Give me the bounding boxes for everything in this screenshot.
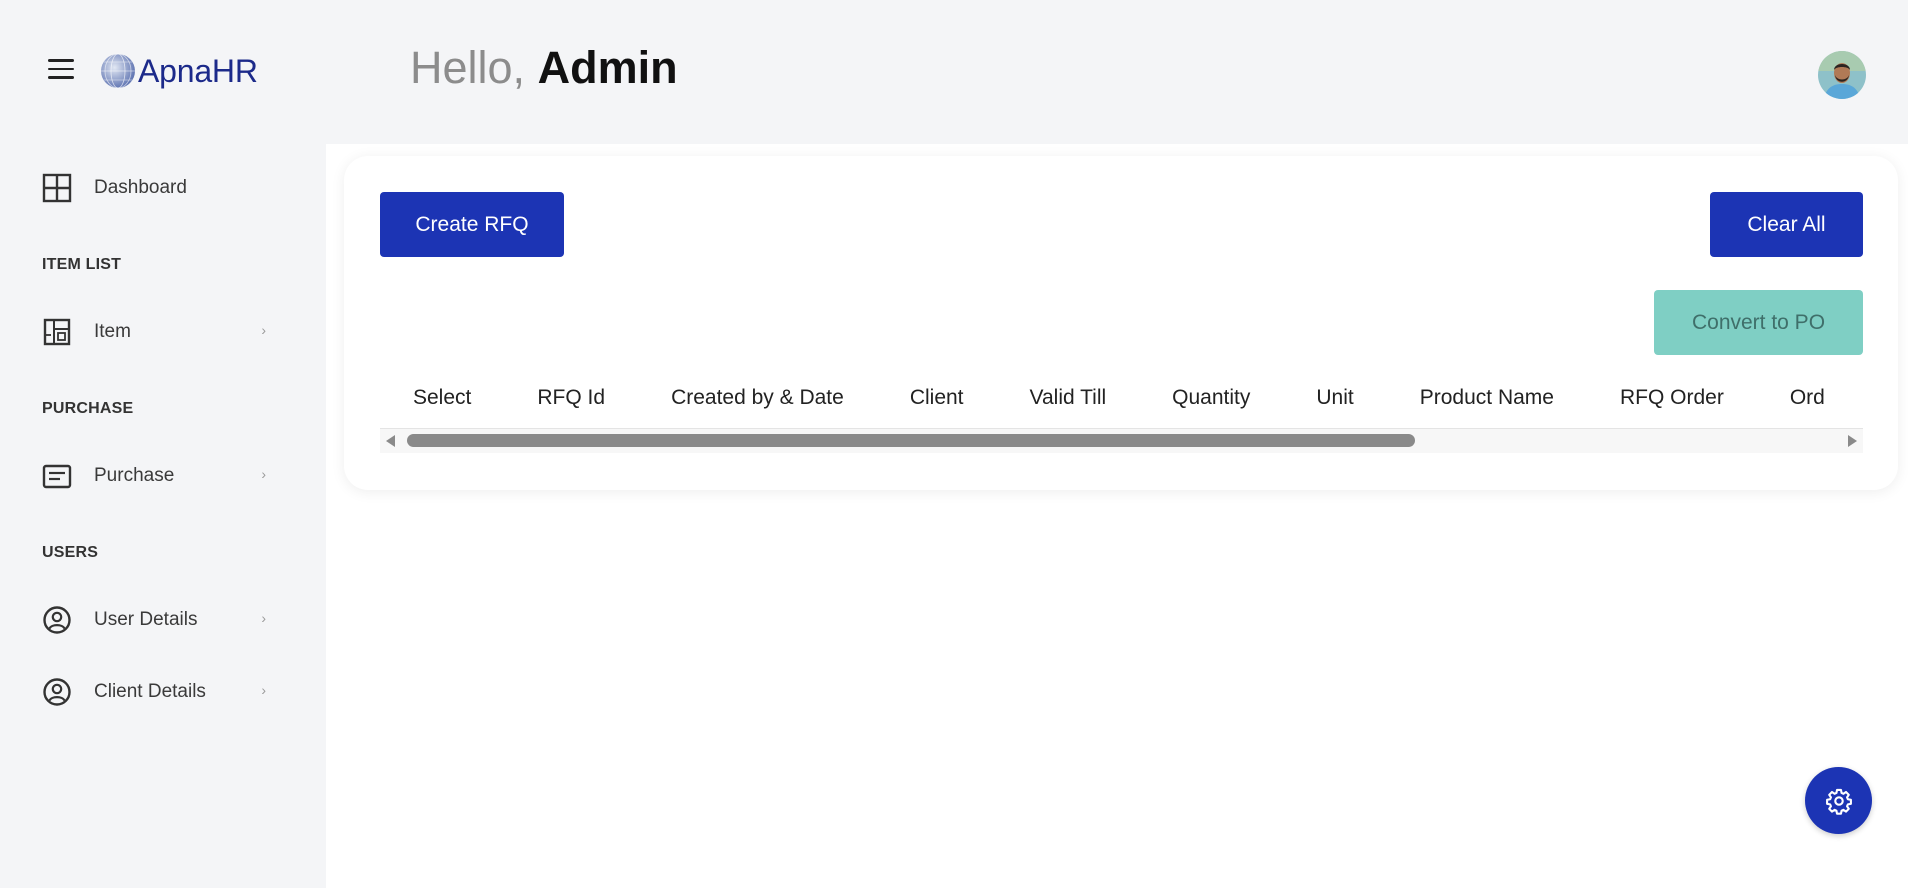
globe-logo-icon <box>101 53 135 89</box>
convert-to-po-button[interactable]: Convert to PO <box>1654 290 1863 355</box>
app-logo[interactable]: ApnaHR <box>100 48 258 94</box>
column-header-valid-till[interactable]: Valid Till <box>997 368 1140 428</box>
sidebar-item-label: Client Details <box>94 681 206 702</box>
column-header-quantity[interactable]: Quantity <box>1139 368 1283 428</box>
column-header-rfq-order[interactable]: RFQ Order <box>1587 368 1757 428</box>
chevron-right-icon: › <box>261 322 266 338</box>
sidebar-item-client-details[interactable]: Client Details › <box>42 670 278 714</box>
column-header-unit[interactable]: Unit <box>1283 368 1386 428</box>
sidebar-item-label: Item <box>94 321 131 342</box>
section-title-item-list: ITEM LIST <box>42 256 122 273</box>
create-rfq-button[interactable]: Create RFQ <box>380 192 564 257</box>
scroll-right-arrow-icon[interactable] <box>1848 435 1857 447</box>
chevron-right-icon: › <box>261 466 266 482</box>
section-title-purchase: PURCHASE <box>42 400 134 417</box>
purchase-doc-icon <box>42 461 72 491</box>
column-header-order-truncated[interactable]: Ord <box>1757 368 1858 428</box>
sidebar-item-item[interactable]: Item › <box>42 310 278 354</box>
user-circle-icon <box>42 677 72 707</box>
column-header-product-name[interactable]: Product Name <box>1387 368 1587 428</box>
chevron-right-icon: › <box>261 682 266 698</box>
sidebar-item-label: Dashboard <box>94 177 187 198</box>
sidebar-item-dashboard[interactable]: Dashboard <box>42 166 278 210</box>
table-header-row: Select RFQ Id Created by & Date Client V… <box>380 368 1858 428</box>
sidebar-item-label: Purchase <box>94 465 175 486</box>
rfq-card: Create RFQ Clear All Convert to PO Selec… <box>344 156 1898 490</box>
sidebar-item-user-details[interactable]: User Details › <box>42 598 278 642</box>
avatar[interactable] <box>1818 51 1866 99</box>
sidebar: Dashboard ITEM LIST Item › PURCHASE Purc… <box>0 144 326 888</box>
dashboard-grid-icon <box>42 173 72 203</box>
rfq-table: Select RFQ Id Created by & Date Client V… <box>380 368 1863 458</box>
avatar-image <box>1818 51 1866 99</box>
top-header: ApnaHR Hello, Admin <box>0 0 1908 144</box>
chevron-right-icon: › <box>261 610 266 626</box>
main-content: Create RFQ Clear All Convert to PO Selec… <box>326 144 1908 888</box>
column-header-select[interactable]: Select <box>380 368 504 428</box>
greeting-prefix: Hello, <box>410 42 526 93</box>
scrollbar-thumb[interactable] <box>407 434 1415 447</box>
column-header-created-by-date[interactable]: Created by & Date <box>638 368 877 428</box>
horizontal-scrollbar[interactable] <box>380 429 1863 453</box>
item-grid-icon <box>42 317 72 347</box>
column-header-rfq-id[interactable]: RFQ Id <box>504 368 638 428</box>
clear-all-button[interactable]: Clear All <box>1710 192 1863 257</box>
settings-fab-button[interactable] <box>1805 767 1872 834</box>
greeting-user-name: Admin <box>537 42 678 93</box>
sidebar-item-label: User Details <box>94 609 198 630</box>
gear-icon <box>1825 788 1852 815</box>
logo-text: ApnaHR <box>138 52 258 89</box>
user-circle-icon <box>42 605 72 635</box>
column-header-client[interactable]: Client <box>877 368 997 428</box>
menu-icon[interactable] <box>48 58 74 80</box>
scroll-left-arrow-icon[interactable] <box>386 435 395 447</box>
section-title-users: USERS <box>42 544 99 561</box>
sidebar-item-purchase[interactable]: Purchase › <box>42 454 278 498</box>
page-greeting: Hello, Admin <box>410 42 678 94</box>
